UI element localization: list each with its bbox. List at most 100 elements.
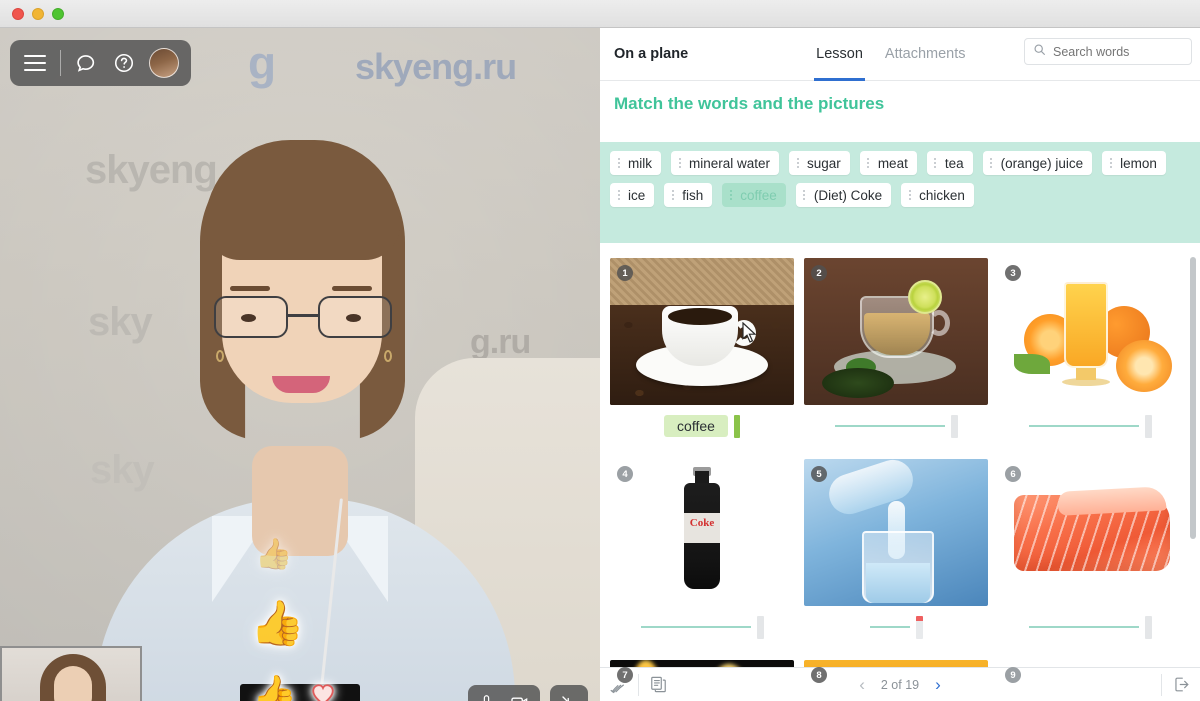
chat-bubble-icon[interactable] xyxy=(73,50,99,76)
word-chip-mineral-water[interactable]: mineral water xyxy=(671,151,780,175)
text-caret xyxy=(756,615,764,639)
minimize-video-group xyxy=(550,685,588,701)
drag-handle-icon xyxy=(1106,158,1115,168)
answer-row[interactable] xyxy=(998,612,1182,642)
drag-handle-icon xyxy=(800,190,809,200)
card-image-coffee[interactable]: 1 xyxy=(610,258,794,405)
eyeglasses xyxy=(212,296,394,338)
panel-header: On a plane Lesson Attachments xyxy=(600,28,1200,81)
card-number-badge: 5 xyxy=(811,466,827,482)
thumbs-up-reaction-button[interactable]: 👍 xyxy=(252,676,297,701)
text-caret xyxy=(950,414,958,438)
picture-card[interactable]: 3 xyxy=(998,258,1182,441)
microphone-icon[interactable] xyxy=(478,693,495,701)
exit-door-icon[interactable] xyxy=(1162,668,1200,701)
footer-right-tools xyxy=(1161,668,1200,701)
word-chip-lemon[interactable]: lemon xyxy=(1102,151,1166,175)
tab-attachments[interactable]: Attachments xyxy=(885,28,966,81)
answer-blank[interactable] xyxy=(640,626,751,628)
card-image-diet-coke[interactable]: 4 Coke xyxy=(610,459,794,606)
chip-label: coffee xyxy=(740,187,777,203)
answer-blank[interactable] xyxy=(1028,626,1139,628)
text-caret xyxy=(915,615,923,639)
chip-label: (Diet) Coke xyxy=(813,187,883,203)
collapse-arrows-icon[interactable] xyxy=(560,694,578,701)
card-number-badge: 6 xyxy=(1005,466,1021,482)
self-view-video[interactable] xyxy=(0,646,142,701)
video-controls xyxy=(468,685,588,701)
panel-scrollbar[interactable] xyxy=(1190,243,1196,695)
search-icon xyxy=(1033,43,1046,61)
chip-label: milk xyxy=(628,155,652,171)
user-avatar-icon[interactable] xyxy=(149,48,179,78)
card-number-badge: 9 xyxy=(1005,667,1021,683)
window-controls xyxy=(12,8,64,20)
card-image-mineral-water[interactable]: 5 xyxy=(804,459,988,606)
mouse-cursor xyxy=(742,321,757,348)
word-chip-diet-coke[interactable]: (Diet) Coke xyxy=(795,183,892,207)
answer-blank[interactable] xyxy=(869,626,910,628)
word-chip-chicken[interactable]: chicken xyxy=(901,183,974,207)
video-call-pane: g skyeng.ru skyeng yeng sky g.ru sky xyxy=(0,28,600,701)
card-image-tea[interactable]: 2 xyxy=(804,258,988,405)
word-chip-tea[interactable]: tea xyxy=(926,151,973,175)
answer-row[interactable] xyxy=(804,411,988,441)
search-input[interactable] xyxy=(1053,44,1179,59)
drag-handle-icon xyxy=(931,158,940,168)
help-question-icon[interactable] xyxy=(111,50,137,76)
panel-footer: ‹ 2 of 19 › xyxy=(600,667,1200,701)
chevron-right-icon[interactable]: › xyxy=(935,676,941,693)
footer-tools xyxy=(600,668,677,701)
word-chip-milk[interactable]: milk xyxy=(610,151,661,175)
scrollbar-thumb[interactable] xyxy=(1190,257,1196,539)
toolbar-divider xyxy=(60,50,61,76)
drag-handle-icon xyxy=(793,158,802,168)
answer-row[interactable]: coffee xyxy=(610,411,794,441)
chip-label: chicken xyxy=(919,187,965,203)
answer-blank[interactable] xyxy=(834,425,945,427)
chip-label: sugar xyxy=(807,155,841,171)
chip-label: lemon xyxy=(1120,155,1157,171)
text-caret xyxy=(733,414,740,438)
picture-card[interactable]: 1 coffee xyxy=(610,258,794,441)
answer-row[interactable] xyxy=(998,411,1182,441)
tab-lesson[interactable]: Lesson xyxy=(814,28,865,81)
answer-blank[interactable] xyxy=(1028,425,1139,427)
word-chip-coffee[interactable]: coffee xyxy=(722,183,786,207)
maximize-button[interactable] xyxy=(52,8,64,20)
window-title-bar xyxy=(0,0,1200,28)
heart-reaction-button[interactable] xyxy=(308,680,338,701)
word-chip-fish[interactable]: fish xyxy=(664,183,713,207)
picture-card[interactable]: 5 xyxy=(804,459,988,642)
card-image-orange-juice[interactable]: 3 xyxy=(998,258,1182,405)
picture-card[interactable]: 2 xyxy=(804,258,988,441)
drag-handle-icon xyxy=(614,158,623,168)
word-chip-sugar[interactable]: sugar xyxy=(789,151,850,175)
lesson-panel: On a plane Lesson Attachments Match the … xyxy=(600,28,1200,701)
page-navigation: ‹ 2 of 19 › xyxy=(820,676,980,693)
video-camera-icon[interactable] xyxy=(509,693,530,701)
drag-handle-icon xyxy=(987,158,996,168)
pages-copy-icon[interactable] xyxy=(639,668,677,701)
app-window: g skyeng.ru skyeng yeng sky g.ru sky xyxy=(0,0,1200,701)
picture-card[interactable]: 6 xyxy=(998,459,1182,642)
chevron-left-icon[interactable]: ‹ xyxy=(859,676,865,693)
word-chip-orange-juice[interactable]: (orange) juice xyxy=(982,151,1093,175)
answer-value[interactable]: coffee xyxy=(664,415,728,437)
av-controls-group xyxy=(468,685,540,701)
word-chip-meat[interactable]: meat xyxy=(859,151,917,175)
search-words-box[interactable] xyxy=(1024,38,1192,65)
chip-label: ice xyxy=(628,187,646,203)
close-button[interactable] xyxy=(12,8,24,20)
hamburger-menu-icon[interactable] xyxy=(22,50,48,76)
card-image-fish[interactable]: 6 xyxy=(998,459,1182,606)
card-number-badge: 2 xyxy=(811,265,827,281)
lesson-title: On a plane xyxy=(614,46,689,62)
card-number-badge: 1 xyxy=(617,265,633,281)
answer-row[interactable] xyxy=(610,612,794,642)
picture-card[interactable]: 4 Coke xyxy=(610,459,794,642)
minimize-button[interactable] xyxy=(32,8,44,20)
picture-grid-scroll-area: 1 coffee 2 3 4 Coke 5 6 7 8 9 xyxy=(600,243,1200,695)
answer-row[interactable] xyxy=(804,612,988,642)
word-chip-ice[interactable]: ice xyxy=(610,183,655,207)
